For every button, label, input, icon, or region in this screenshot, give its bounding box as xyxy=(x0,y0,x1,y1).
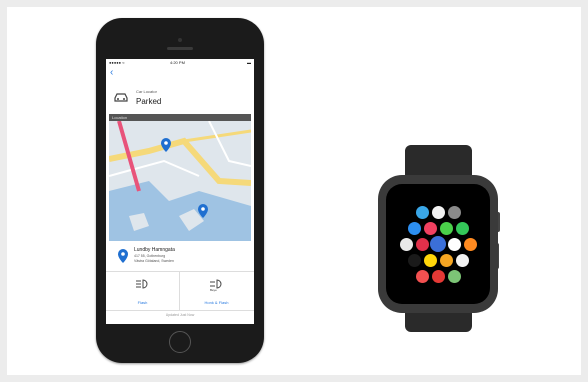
battery-icon: ▬ xyxy=(247,60,251,65)
earpiece xyxy=(167,47,193,50)
photos-app-icon[interactable] xyxy=(439,253,453,267)
camera-remote-app-icon[interactable] xyxy=(423,253,437,267)
address-region: Västra Götaland, Sweden xyxy=(134,259,174,263)
location-pin-icon xyxy=(118,249,128,263)
horn-sublabel: Beye xyxy=(210,288,217,292)
weather-app-icon[interactable] xyxy=(415,205,429,219)
action-bar: Flash Beye Honk & Flash xyxy=(106,271,254,311)
messages-app-icon[interactable] xyxy=(439,221,453,235)
activity-app-icon[interactable] xyxy=(415,237,429,251)
phone-app-icon[interactable] xyxy=(455,221,469,235)
car-icon xyxy=(114,93,128,102)
address-city: 417 55, Gothenburg xyxy=(134,254,166,258)
iphone: ●●●●● ≈ 4:20 PM ▬ ‹ Car Locator Parked L… xyxy=(96,18,264,363)
back-button[interactable]: ‹ xyxy=(110,68,113,78)
timer-orange-app-icon[interactable] xyxy=(463,237,477,251)
status-bar: ●●●●● ≈ 4:20 PM ▬ xyxy=(106,59,254,67)
passbook-app-icon[interactable] xyxy=(407,253,421,267)
updated-timestamp: Updated Just Now xyxy=(165,313,195,317)
health-app-icon[interactable] xyxy=(415,269,429,283)
clock-app-icon[interactable] xyxy=(447,237,461,251)
maps-app-icon[interactable] xyxy=(399,237,413,251)
calendar-app-icon[interactable] xyxy=(431,269,445,283)
honk-flash-label: Honk & Flash xyxy=(204,300,229,305)
mail-app-icon[interactable] xyxy=(407,221,421,235)
car-locator-title: Car Locator xyxy=(136,89,157,94)
gallery-app-icon[interactable] xyxy=(447,269,461,283)
home-button[interactable] xyxy=(169,331,191,353)
stocks-app-icon[interactable] xyxy=(455,253,469,267)
address-street: Lundby Hamngata xyxy=(134,247,175,253)
settings-app-icon[interactable] xyxy=(447,205,461,219)
timer-app-icon[interactable] xyxy=(431,205,445,219)
watch-screen xyxy=(386,184,490,304)
honk-flash-button[interactable]: Beye Honk & Flash xyxy=(180,272,253,310)
flash-label: Flash xyxy=(137,300,148,305)
apple-watch xyxy=(378,175,498,313)
car-status: Parked xyxy=(136,97,162,106)
section-header: Location xyxy=(109,114,251,121)
address-block: Lundby Hamngata 417 55, Gothenburg Västr… xyxy=(106,241,254,271)
phone-screen: ●●●●● ≈ 4:20 PM ▬ ‹ Car Locator Parked L… xyxy=(106,59,254,324)
volvo-app-icon[interactable] xyxy=(430,236,446,252)
status-time: 4:20 PM xyxy=(170,60,185,65)
music-app-icon[interactable] xyxy=(423,221,437,235)
front-camera xyxy=(178,38,182,42)
carrier-signal: ●●●●● ≈ xyxy=(109,60,125,65)
flash-button[interactable]: Flash xyxy=(106,272,180,310)
map-view[interactable] xyxy=(109,121,251,241)
headlight-icon xyxy=(136,279,148,289)
